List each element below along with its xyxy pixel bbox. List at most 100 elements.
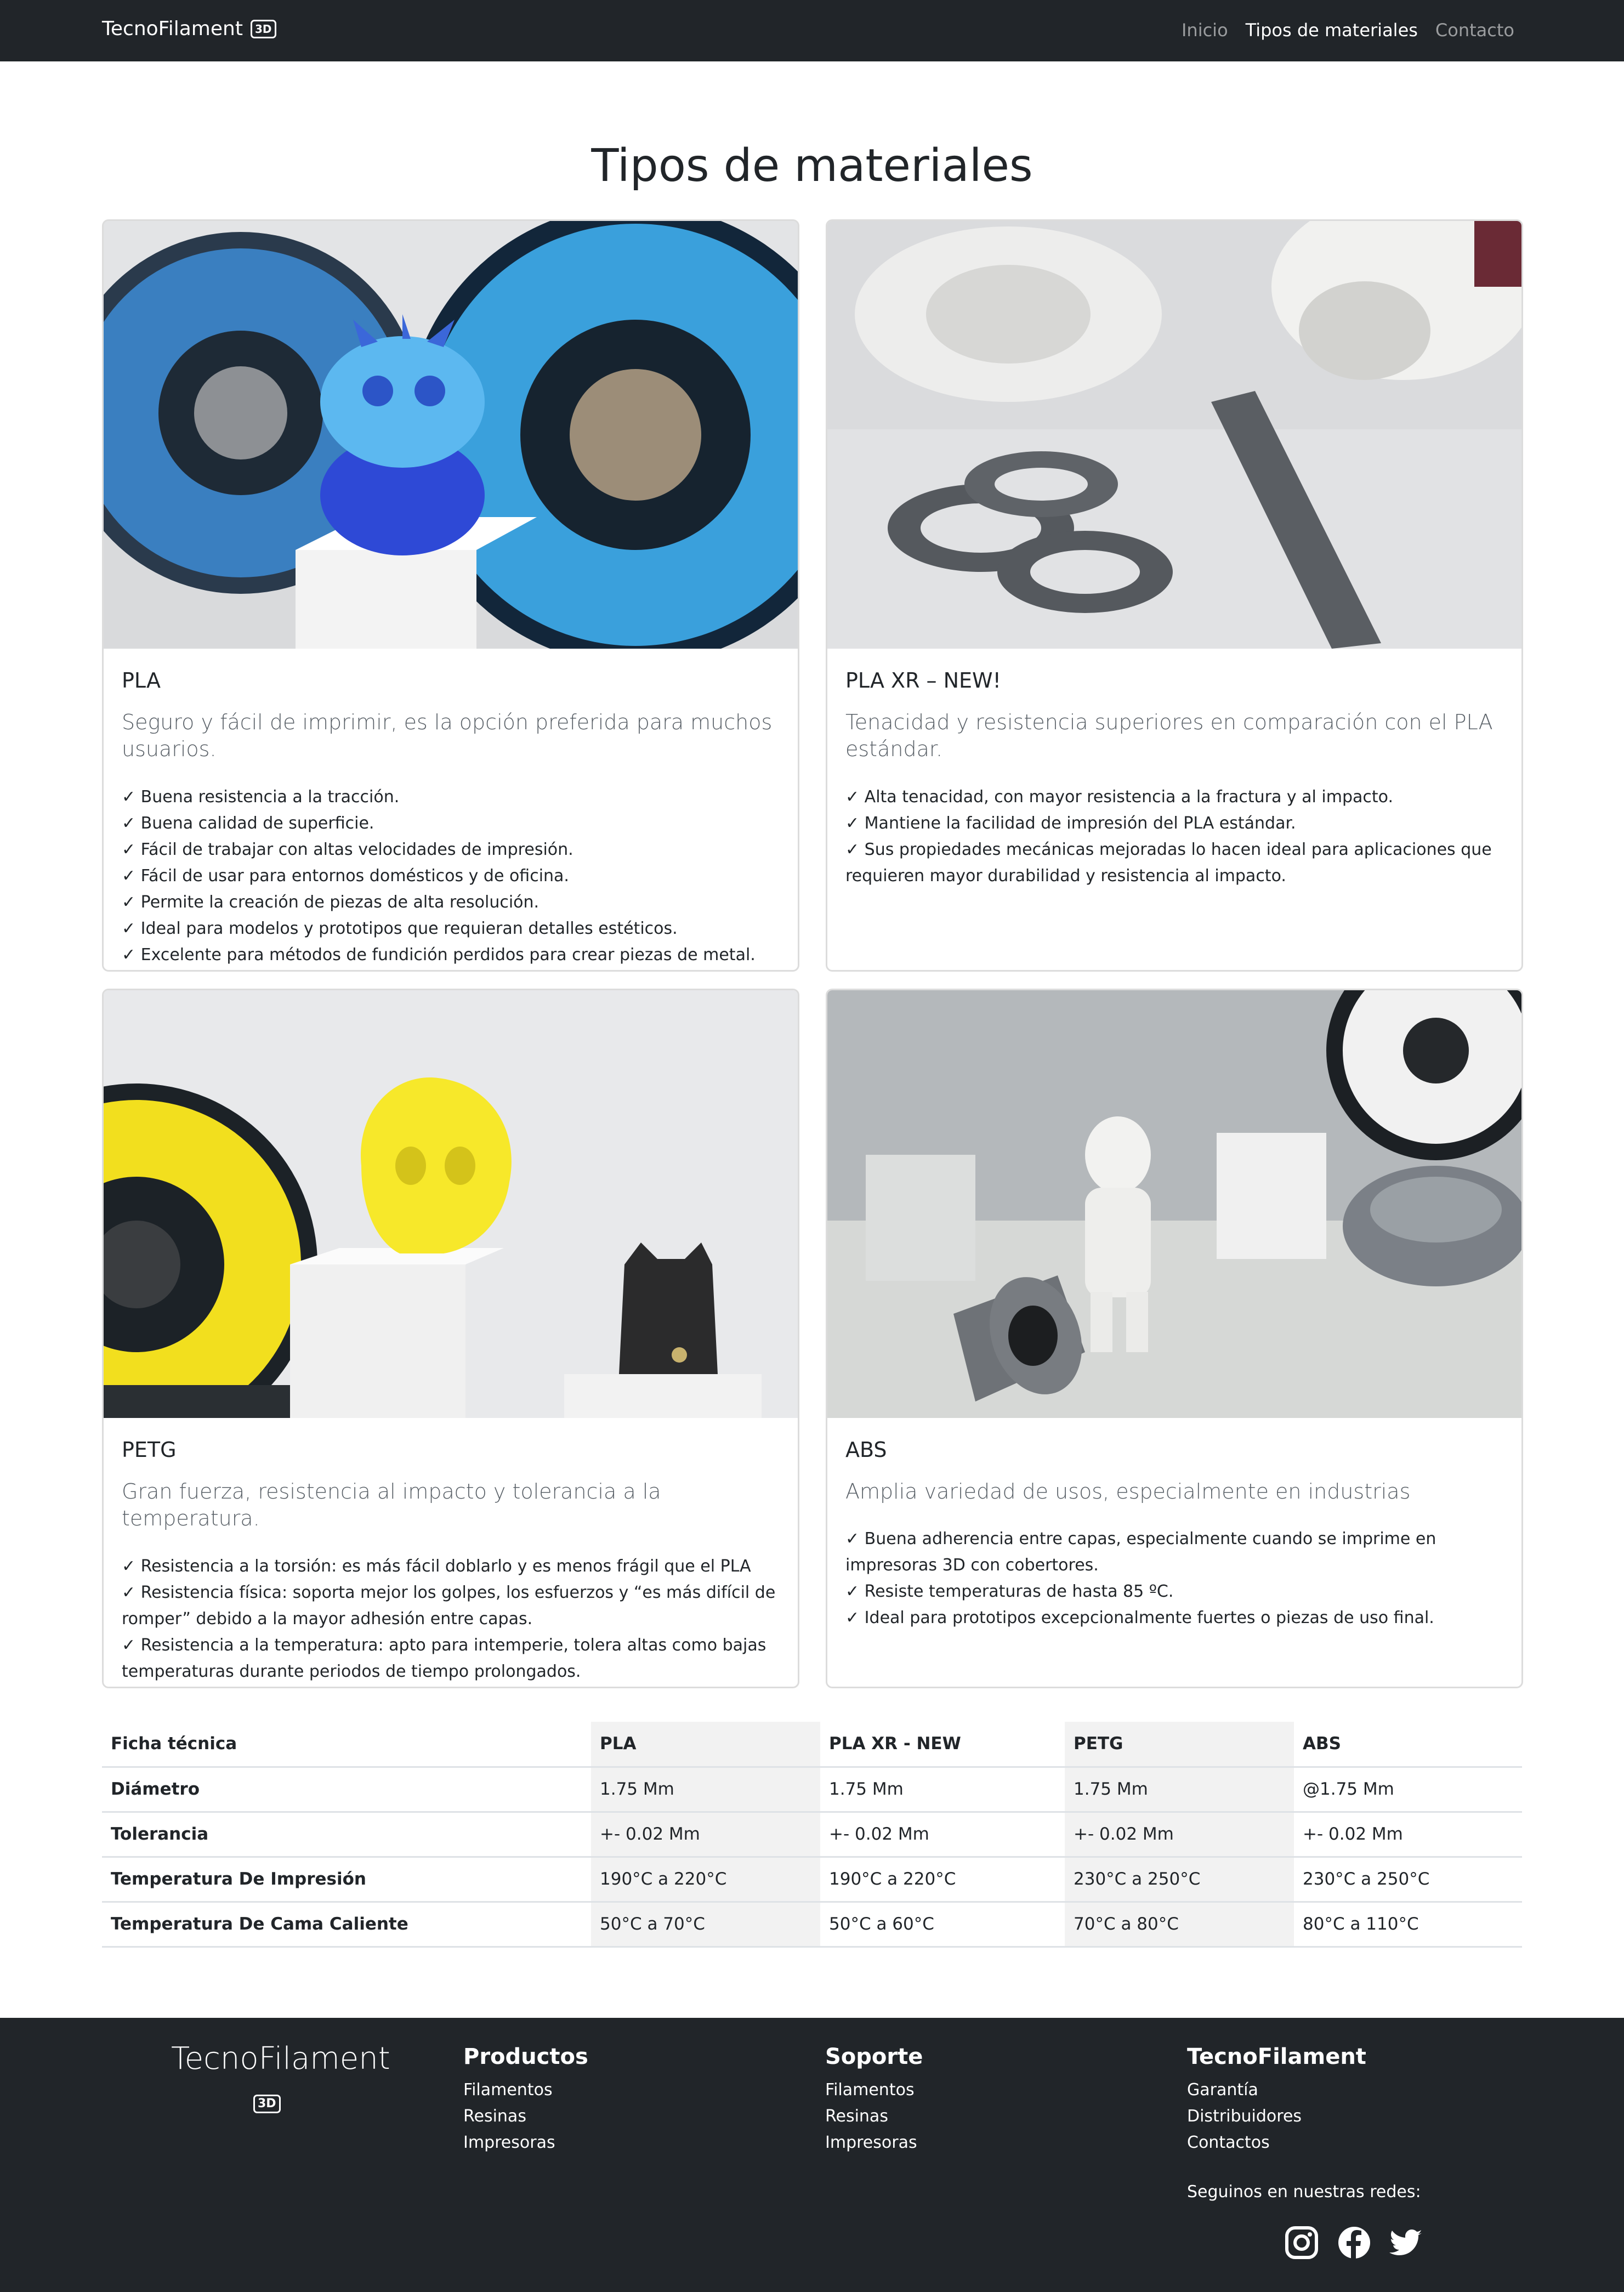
table-cell: 70°C a 80°C	[1065, 1902, 1294, 1948]
list-item: ✓ Resistencia a la temperatura: apto par…	[122, 1635, 766, 1681]
list-item: ✓ Mantiene la facilidad de impresión del…	[845, 813, 1296, 833]
card-lead: Seguro y fácil de imprimir, es la opción…	[122, 710, 773, 762]
footer-badge-3d-icon: 3D	[253, 2095, 281, 2113]
site-footer: TecnoFilament 3D Productos Filamentos Re…	[0, 2018, 1624, 2292]
card-title: PETG	[122, 1438, 177, 1462]
material-card-abs: ABS Amplia variedad de usos, especialmen…	[826, 989, 1523, 1688]
table-cell: +- 0.02 Mm	[1294, 1812, 1522, 1858]
instagram-icon[interactable]	[1284, 2225, 1319, 2260]
list-item: ✓ Buena adherencia entre capas, especial…	[845, 1529, 1436, 1575]
footer-column-title: Productos	[463, 2044, 588, 2069]
nav-link-tipos-de-materiales[interactable]: Tipos de materiales	[1246, 20, 1418, 41]
table-row: Temperatura De Impresión 190°C a 220°C 1…	[102, 1857, 1522, 1903]
table-cell: 80°C a 110°C	[1294, 1902, 1522, 1948]
footer-link[interactable]: Contactos	[1187, 2130, 1366, 2156]
list-item: ✓ Fácil de usar para entornos domésticos…	[122, 866, 569, 886]
list-item: ✓ Ideal para modelos y prototipos que re…	[122, 918, 678, 938]
table-cell: 230°C a 250°C	[1294, 1857, 1522, 1903]
table-cell: 1.75 Mm	[1065, 1767, 1294, 1813]
footer-column-soporte: Soporte Filamentos Resinas Impresoras	[825, 2044, 923, 2156]
list-item: ✓ Excelente para métodos de fundición pe…	[122, 945, 756, 965]
nav-links: Inicio Tipos de materiales Contacto	[1182, 20, 1514, 41]
footer-link[interactable]: Resinas	[825, 2103, 923, 2130]
footer-link[interactable]: Distribuidores	[1187, 2103, 1366, 2130]
twitter-icon[interactable]	[1389, 2225, 1424, 2260]
table-row: Diámetro 1.75 Mm 1.75 Mm 1.75 Mm @1.75 M…	[102, 1767, 1522, 1813]
nav-link-inicio[interactable]: Inicio	[1182, 20, 1228, 41]
nav-link-contacto[interactable]: Contacto	[1435, 20, 1514, 41]
list-item: ✓ Buena resistencia a la tracción.	[122, 787, 400, 807]
table-row: Tolerancia +- 0.02 Mm +- 0.02 Mm +- 0.02…	[102, 1812, 1522, 1858]
table-cell: 1.75 Mm	[820, 1767, 1065, 1813]
list-item: ✓ Permite la creación de piezas de alta …	[122, 892, 540, 912]
card-lead: Amplia variedad de usos, especialmente e…	[845, 1479, 1411, 1504]
table-cell: 230°C a 250°C	[1065, 1857, 1294, 1903]
footer-link[interactable]: Impresoras	[463, 2130, 588, 2156]
footer-brand[interactable]: TecnoFilament	[171, 2041, 390, 2077]
feature-list: ✓ Alta tenacidad, con mayor resistencia …	[845, 784, 1503, 889]
table-header: ABS	[1294, 1722, 1522, 1768]
card-body: ABS Amplia variedad de usos, especialmen…	[827, 1418, 1521, 1631]
spec-table: Ficha técnica PLA PLA XR - NEW PETG ABS …	[102, 1722, 1522, 1948]
table-header: Ficha técnica	[102, 1722, 591, 1768]
footer-column-productos: Productos Filamentos Resinas Impresoras	[463, 2044, 588, 2156]
footer-link[interactable]: Filamentos	[463, 2077, 588, 2103]
footer-column-tecnofilament: TecnoFilament Garantía Distribuidores Co…	[1187, 2044, 1366, 2156]
card-body: PLA Seguro y fácil de imprimir, es la op…	[104, 649, 798, 968]
table-cell: 1.75 Mm	[591, 1767, 820, 1813]
table-cell: +- 0.02 Mm	[820, 1812, 1065, 1858]
footer-link[interactable]: Resinas	[463, 2103, 588, 2130]
material-card-pla-xr: PLA XR – NEW! Tenacidad y resistencia su…	[826, 219, 1523, 972]
table-header: PLA	[591, 1722, 820, 1768]
list-item: ✓ Ideal para prototipos excepcionalmente…	[845, 1608, 1434, 1628]
list-item: ✓ Resistencia física: soporta mejor los …	[122, 1582, 776, 1629]
card-lead: Tenacidad y resistencia superiores en co…	[845, 710, 1493, 762]
table-cell: 190°C a 220°C	[591, 1857, 820, 1903]
table-row-header: Diámetro	[102, 1767, 591, 1813]
top-navbar: TecnoFilament 3D Inicio Tipos de materia…	[0, 0, 1624, 61]
list-item: ✓ Alta tenacidad, con mayor resistencia …	[845, 787, 1394, 807]
list-item: ✓ Sus propiedades mecánicas mejoradas lo…	[845, 839, 1492, 886]
table-cell: 50°C a 70°C	[591, 1902, 820, 1948]
pla-xr-parts-image	[827, 221, 1521, 649]
table-row-header: Temperatura De Impresión	[102, 1857, 591, 1903]
table-cell: 50°C a 60°C	[820, 1902, 1065, 1948]
card-title: PLA XR – NEW!	[845, 668, 1001, 693]
table-cell: +- 0.02 Mm	[591, 1812, 820, 1858]
footer-link[interactable]: Garantía	[1187, 2077, 1366, 2103]
abs-astronaut-image	[827, 990, 1521, 1418]
footer-link[interactable]: Filamentos	[825, 2077, 923, 2103]
navbar-brand[interactable]: TecnoFilament 3D	[102, 18, 276, 40]
list-item: ✓ Buena calidad de superficie.	[122, 813, 374, 833]
table-row-header: Temperatura De Cama Caliente	[102, 1902, 591, 1948]
facebook-icon[interactable]	[1337, 2225, 1372, 2260]
list-item: ✓ Resistencia a la torsión: es más fácil…	[122, 1556, 751, 1576]
table-header: PLA XR - NEW	[820, 1722, 1065, 1768]
badge-3d-icon: 3D	[250, 19, 276, 38]
brand-name: TecnoFilament	[102, 18, 243, 40]
table-header: PETG	[1065, 1722, 1294, 1768]
table-row: Temperatura De Cama Caliente 50°C a 70°C…	[102, 1902, 1522, 1948]
follow-us-text: Seguinos en nuestras redes:	[1187, 2182, 1421, 2202]
card-title: ABS	[845, 1438, 887, 1462]
feature-list: ✓ Buena resistencia a la tracción. ✓ Bue…	[122, 784, 780, 968]
list-item: ✓ Resiste temperaturas de hasta 85 ºC.	[845, 1582, 1174, 1602]
footer-column-title: Soporte	[825, 2044, 923, 2069]
petg-skull-image	[104, 990, 798, 1418]
table-header-row: Ficha técnica PLA PLA XR - NEW PETG ABS	[102, 1722, 1522, 1768]
table-cell: 190°C a 220°C	[820, 1857, 1065, 1903]
card-lead: Gran fuerza, resistencia al impacto y to…	[122, 1479, 661, 1531]
table-cell: @1.75 Mm	[1294, 1767, 1522, 1813]
feature-list: ✓ Buena adherencia entre capas, especial…	[845, 1526, 1503, 1631]
pla-spools-image	[104, 221, 798, 649]
card-title: PLA	[122, 668, 161, 693]
material-card-petg: PETG Gran fuerza, resistencia al impacto…	[102, 989, 799, 1688]
table-cell: +- 0.02 Mm	[1065, 1812, 1294, 1858]
footer-column-title: TecnoFilament	[1187, 2044, 1366, 2069]
list-item: ✓ Fácil de trabajar con altas velocidade…	[122, 839, 573, 859]
footer-link[interactable]: Impresoras	[825, 2130, 923, 2156]
material-card-pla: PLA Seguro y fácil de imprimir, es la op…	[102, 219, 799, 972]
page-title: Tipos de materiales	[591, 140, 1033, 192]
feature-list: ✓ Resistencia a la torsión: es más fácil…	[122, 1553, 780, 1685]
card-body: PLA XR – NEW! Tenacidad y resistencia su…	[827, 649, 1521, 889]
